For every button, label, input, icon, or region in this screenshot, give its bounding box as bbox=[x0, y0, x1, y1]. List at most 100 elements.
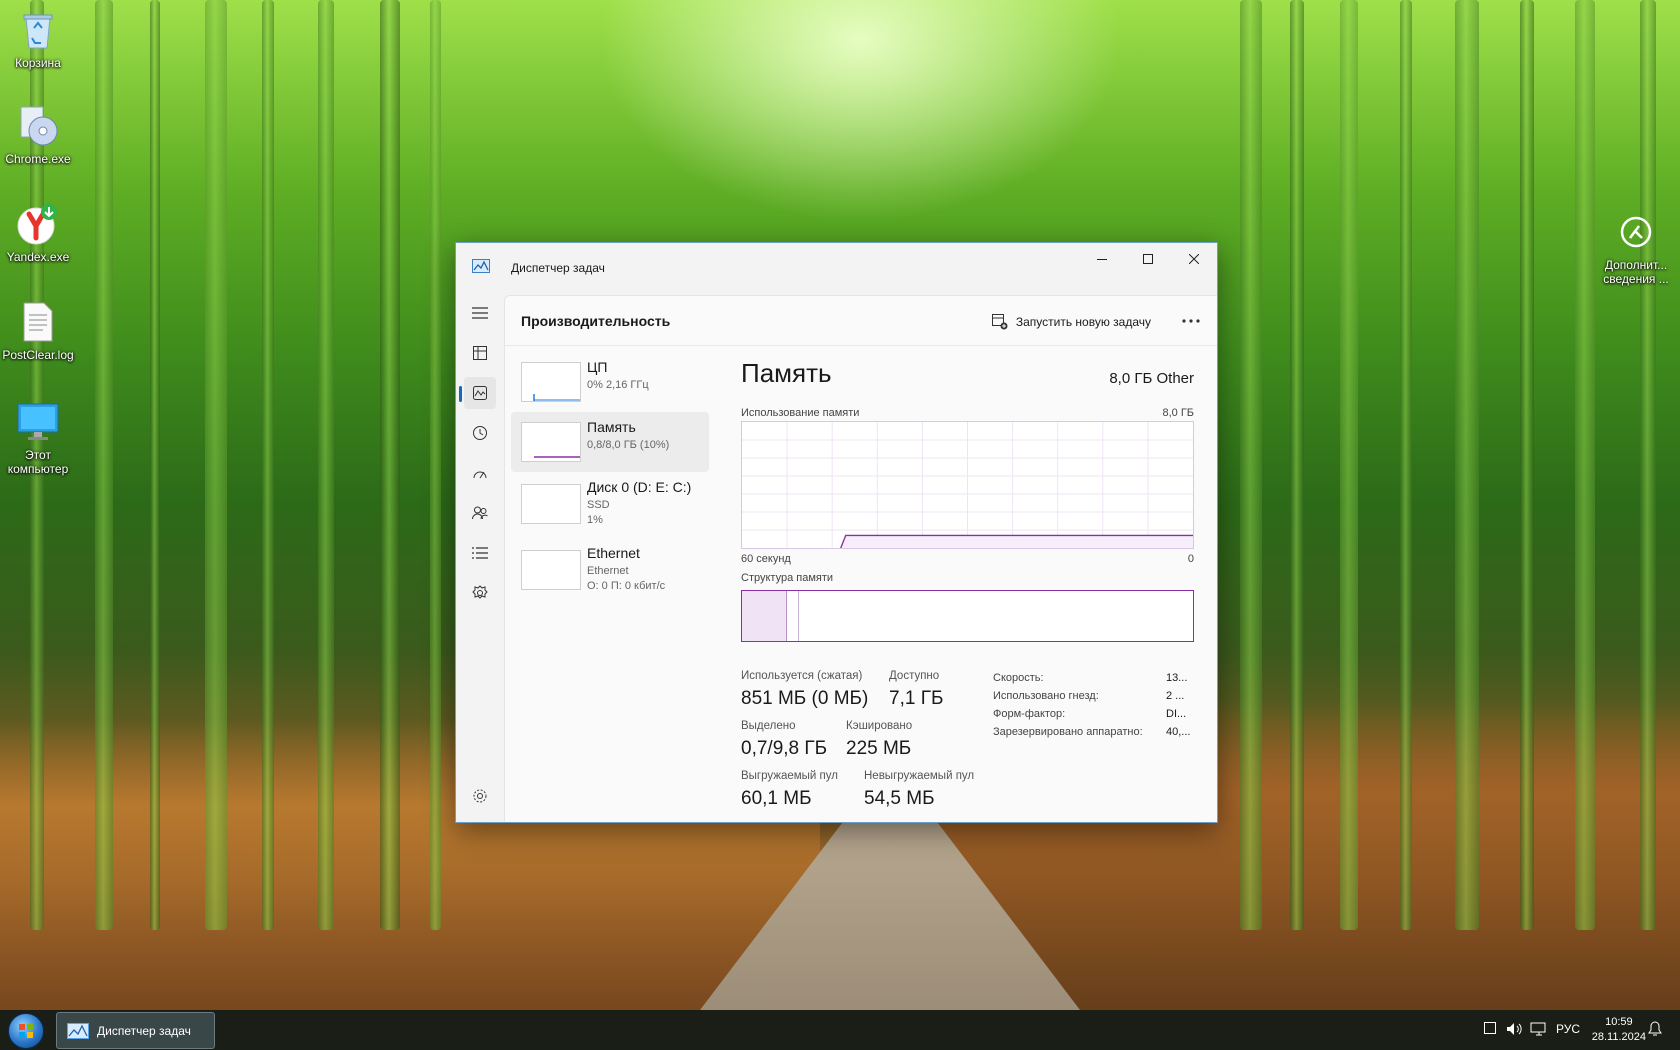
stat-paged-pool-value: 60,1 МБ bbox=[741, 788, 812, 809]
device-sub: 0% 2,16 ГГц bbox=[587, 379, 649, 391]
page-header: Производительность Запустить новую задач… bbox=[505, 296, 1217, 346]
stat-cached-value: 225 МБ bbox=[846, 738, 912, 759]
text-file-icon bbox=[16, 300, 60, 344]
desktop-icon-postclear-log[interactable]: PostClear.log bbox=[0, 300, 76, 362]
installer-cd-icon bbox=[16, 104, 60, 148]
stat-paged-pool-label: Выгружаемый пул bbox=[741, 770, 838, 782]
stat-nonpaged-pool-label: Невыгружаемый пул bbox=[864, 770, 975, 782]
settings-gear-icon bbox=[473, 789, 487, 803]
desktop-icon-chrome-exe[interactable]: Chrome.exe bbox=[0, 104, 76, 166]
tray-network-icon[interactable] bbox=[1530, 1022, 1548, 1039]
composition-modified bbox=[798, 591, 800, 641]
tray-volume-icon[interactable] bbox=[1506, 1022, 1524, 1039]
tray-language[interactable]: РУС bbox=[1556, 1022, 1580, 1036]
memory-total: 8,0 ГБ Other bbox=[1109, 370, 1194, 387]
prop-reserved-label: Зарезервировано аппаратно: bbox=[993, 726, 1143, 738]
performance-icon bbox=[473, 386, 487, 400]
notifications-bell-icon[interactable] bbox=[1648, 1021, 1662, 1040]
desktop-icon-this-pc[interactable]: Этот компьютер bbox=[0, 400, 76, 476]
services-icon bbox=[472, 585, 488, 599]
app-history-icon bbox=[473, 426, 487, 440]
device-name: ЦП bbox=[587, 359, 608, 375]
desktop-icon-label: Yandex.exe bbox=[6, 250, 70, 264]
stat-available-label: Доступно bbox=[889, 670, 940, 682]
minimize-icon bbox=[1097, 259, 1107, 260]
users-icon bbox=[472, 506, 488, 520]
usage-area bbox=[840, 535, 1193, 548]
details-icon bbox=[472, 547, 488, 559]
task-manager-app-icon bbox=[67, 1022, 89, 1039]
stat-available-value: 7,1 ГБ bbox=[889, 688, 944, 709]
nav-startup-apps[interactable] bbox=[464, 457, 496, 489]
startup-apps-icon bbox=[473, 471, 487, 479]
close-button[interactable] bbox=[1171, 243, 1217, 275]
taskbar-task-manager-button[interactable]: Диспетчер задач bbox=[56, 1012, 215, 1049]
stat-in-use-label: Используется (сжатая) bbox=[741, 670, 863, 682]
device-sub: 1% bbox=[587, 514, 603, 526]
desktop-icon-recycle-bin[interactable]: Корзина bbox=[0, 8, 76, 70]
desktop-icon-extra-info[interactable]: Дополнит... сведения ... bbox=[1596, 210, 1676, 286]
tray-show-desktop-icon[interactable] bbox=[1484, 1022, 1496, 1037]
device-list: ЦП 0% 2,16 ГГц Память 0,8/8,0 ГБ (10%) Д… bbox=[505, 352, 715, 604]
info-circle-icon bbox=[1614, 210, 1658, 254]
stat-committed-label: Выделено bbox=[741, 720, 796, 732]
prop-speed-value: 13... bbox=[1166, 672, 1188, 684]
graph-time-left: 60 секунд bbox=[741, 553, 791, 565]
run-task-icon bbox=[991, 314, 1008, 330]
device-item-disk[interactable]: Диск 0 (D: E: C:) SSD 1% bbox=[511, 472, 709, 538]
prop-slots-label: Использовано гнезд: bbox=[993, 690, 1099, 702]
maximize-icon bbox=[1143, 254, 1153, 264]
nav-processes[interactable] bbox=[464, 337, 496, 369]
stat-cached-label: Кэшировано bbox=[846, 720, 913, 732]
desktop-icon-label: PostClear.log bbox=[2, 348, 74, 362]
run-new-task-button[interactable]: Запустить новую задачу bbox=[991, 310, 1151, 334]
ethernet-thumbnail-graph bbox=[521, 550, 581, 590]
start-button[interactable] bbox=[8, 1013, 44, 1049]
content-area: Производительность Запустить новую задач… bbox=[504, 295, 1217, 822]
device-sub: SSD bbox=[587, 499, 610, 511]
device-name: Диск 0 (D: E: C:) bbox=[587, 479, 692, 495]
window-title: Диспетчер задач bbox=[511, 261, 605, 275]
tray-time: 10:59 bbox=[1605, 1016, 1633, 1028]
side-navigation bbox=[456, 291, 504, 822]
prop-speed-label: Скорость: bbox=[993, 672, 1044, 684]
nav-services[interactable] bbox=[464, 577, 496, 609]
nav-hamburger-button[interactable] bbox=[464, 297, 496, 329]
desktop-icon-label: Дополнит... сведения ... bbox=[1603, 258, 1669, 286]
device-sub: Ethernet bbox=[587, 565, 629, 577]
desktop-icon-yandex-exe[interactable]: Yandex.exe bbox=[0, 202, 76, 264]
composition-in-use bbox=[742, 591, 788, 641]
disk-thumbnail-graph bbox=[521, 484, 581, 524]
memory-title: Память bbox=[741, 358, 832, 388]
prop-form-factor-value: DI... bbox=[1166, 708, 1187, 720]
more-options-button[interactable] bbox=[1177, 309, 1205, 333]
tray-date: 28.11.2024 bbox=[1591, 1031, 1646, 1043]
nav-users[interactable] bbox=[464, 497, 496, 529]
device-sub: О: 0 П: 0 кбит/с bbox=[587, 580, 666, 592]
stat-nonpaged-pool-value: 54,5 МБ bbox=[864, 788, 935, 809]
desktop-icon-label: Этот компьютер bbox=[7, 448, 69, 476]
device-item-memory[interactable]: Память 0,8/8,0 ГБ (10%) bbox=[511, 412, 709, 472]
nav-settings[interactable] bbox=[464, 780, 496, 812]
taskbar: Диспетчер задач РУС 10:59 28.11.2024 bbox=[0, 1010, 1680, 1050]
nav-app-history[interactable] bbox=[464, 417, 496, 449]
recycle-bin-icon bbox=[16, 8, 60, 52]
prop-reserved-value: 40,... bbox=[1166, 726, 1191, 738]
device-name: Ethernet bbox=[587, 545, 640, 561]
run-new-task-label: Запустить новую задачу bbox=[1015, 315, 1151, 329]
processes-icon bbox=[473, 346, 487, 360]
device-name: Память bbox=[587, 419, 636, 435]
title-bar[interactable]: Диспетчер задач bbox=[456, 243, 1217, 291]
graph-time-right: 0 bbox=[1187, 553, 1194, 565]
minimize-button[interactable] bbox=[1079, 243, 1125, 275]
nav-performance[interactable] bbox=[459, 377, 496, 409]
task-manager-window: Диспетчер задач Производительность Запус… bbox=[455, 242, 1218, 823]
cpu-thumbnail-graph bbox=[521, 362, 581, 402]
prop-form-factor-label: Форм-фактор: bbox=[993, 708, 1066, 720]
prop-slots-value: 2 ... bbox=[1166, 690, 1185, 702]
maximize-button[interactable] bbox=[1125, 243, 1171, 275]
device-item-cpu[interactable]: ЦП 0% 2,16 ГГц bbox=[511, 352, 709, 412]
nav-details[interactable] bbox=[464, 537, 496, 569]
device-item-ethernet[interactable]: Ethernet Ethernet О: 0 П: 0 кбит/с bbox=[511, 538, 709, 604]
tray-clock[interactable]: 10:59 28.11.2024 bbox=[1592, 1015, 1646, 1045]
